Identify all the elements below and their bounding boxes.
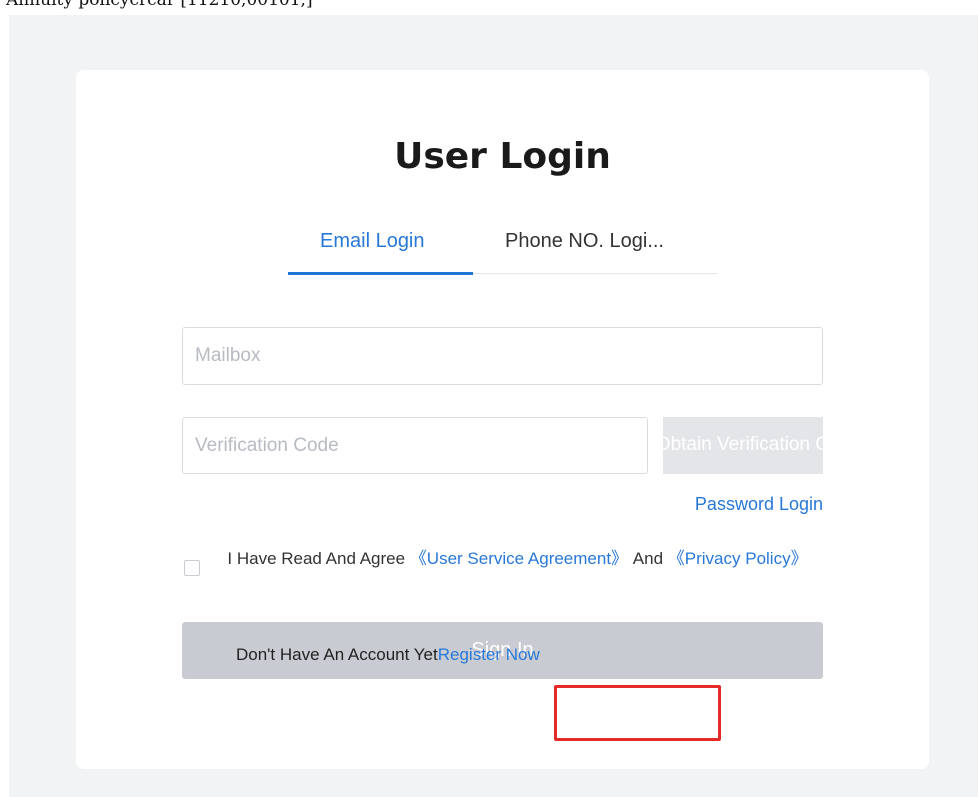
user-service-agreement-link[interactable]: 《User Service Agreement》 [410, 549, 628, 568]
register-row: Don't Have An Account YetRegister Now [236, 645, 540, 665]
verification-code-input[interactable] [182, 417, 648, 474]
active-tab-indicator [288, 272, 473, 275]
caption-fragment: Annuity policycrcar [11210,00101,] [0, 0, 420, 14]
privacy-policy-link[interactable]: 《Privacy Policy》 [668, 549, 808, 568]
mailbox-input[interactable] [182, 327, 823, 385]
get-verification-code-label: Obtain Verification C [663, 434, 823, 455]
caption-fragment-text: Annuity policycrcar [11210,00101,] [6, 0, 313, 10]
agreement-row: I Have Read And Agree 《User Service Agre… [182, 548, 823, 592]
register-prompt: Don't Have An Account Yet [236, 645, 438, 664]
agreement-prefix: I Have Read And Agree [227, 549, 406, 568]
agreement-joiner: And [632, 549, 664, 568]
agreement-text: I Have Read And Agree 《User Service Agre… [212, 548, 823, 570]
tab-phone-login[interactable]: Phone NO. Logi... [505, 230, 664, 253]
register-now-link[interactable]: Register Now [438, 645, 540, 664]
tab-email-login[interactable]: Email Login [320, 230, 425, 253]
page-background: User Login Email Login Phone NO. Logi...… [9, 15, 978, 797]
password-login-link[interactable]: Password Login [695, 494, 823, 515]
page-title: User Login [394, 136, 611, 177]
get-verification-code-button[interactable]: Obtain Verification C [663, 417, 823, 474]
login-tabs: Email Login Phone NO. Logi... [288, 216, 718, 275]
agreement-checkbox[interactable] [184, 560, 200, 576]
